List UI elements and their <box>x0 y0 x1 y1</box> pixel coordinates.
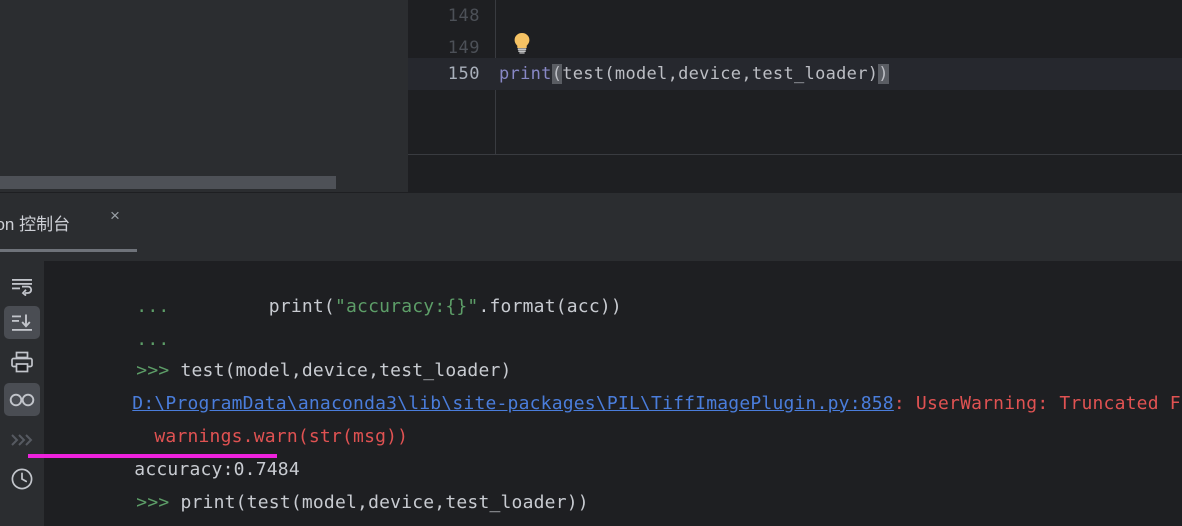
soft-wrap-icon[interactable] <box>4 269 40 302</box>
console-string-segment: "accuracy:{}" <box>334 296 479 317</box>
print-icon[interactable] <box>4 345 40 378</box>
console-line: ... print("accuracy:{}".format(acc)) <box>48 261 622 317</box>
code-inner-call: test(model,device,test_loader) <box>562 64 879 84</box>
console-output[interactable]: ... print("accuracy:{}".format(acc)) ...… <box>44 261 1182 526</box>
code-editor[interactable]: 148 149 150 print(test(model,device,test… <box>408 0 1182 192</box>
clock-history-icon[interactable] <box>4 462 40 495</box>
console-output-line: accuracy:0.7484 <box>46 420 300 480</box>
line-number: 150 <box>447 64 480 84</box>
tab-active-underline <box>0 249 137 252</box>
python-console: ... print("accuracy:{}".format(acc)) ...… <box>0 261 1182 526</box>
toolwindow-top-divider <box>0 192 1182 193</box>
editor-bottom-separator <box>408 154 1182 155</box>
code-line-text[interactable]: print(test(model,device,test_loader)) <box>499 58 889 90</box>
code-line-row-current[interactable]: 150 print(test(model,device,test_loader)… <box>408 58 1182 90</box>
magenta-highlight-underline <box>28 454 277 458</box>
console-line: >>> test(model,device,test_loader) <box>48 321 512 381</box>
console-toolbar <box>0 261 44 526</box>
console-warning-line: D:\ProgramData\anaconda3\lib\site-packag… <box>44 354 1181 414</box>
console-line: ... <box>48 290 180 350</box>
console-code-segment: print(test(model,device,test_loader)) <box>180 492 589 513</box>
matching-paren-open: ( <box>551 64 563 84</box>
line-number: 148 <box>447 6 480 26</box>
scroll-to-end-icon[interactable] <box>4 306 40 339</box>
tab-label: hon 控制台 <box>0 214 71 234</box>
code-keyword: print <box>499 64 552 84</box>
left-side-panel <box>0 0 408 192</box>
screen-root: 148 149 150 print(test(model,device,test… <box>0 0 1182 526</box>
matching-paren-close: ) <box>878 64 889 84</box>
prompt-chevrons-icon[interactable] <box>4 423 40 456</box>
console-code-segment: print( <box>180 296 335 317</box>
console-warning-line: warnings.warn(str(msg)) <box>44 387 408 447</box>
horizontal-scrollbar-thumb[interactable] <box>0 176 336 189</box>
editor-region: 148 149 150 print(test(model,device,test… <box>0 0 1182 192</box>
lightbulb-icon[interactable] <box>512 32 532 54</box>
warning-text: : UserWarning: Truncated F <box>893 393 1181 414</box>
toolwindow-header: hon 控制台 × <box>0 192 1182 261</box>
code-line-row[interactable]: 148 <box>408 0 1182 32</box>
console-code-segment: .format(acc)) <box>478 296 622 317</box>
glasses-icon[interactable] <box>4 383 40 416</box>
console-prompt: >>> <box>136 492 181 513</box>
close-icon[interactable]: × <box>105 206 125 226</box>
